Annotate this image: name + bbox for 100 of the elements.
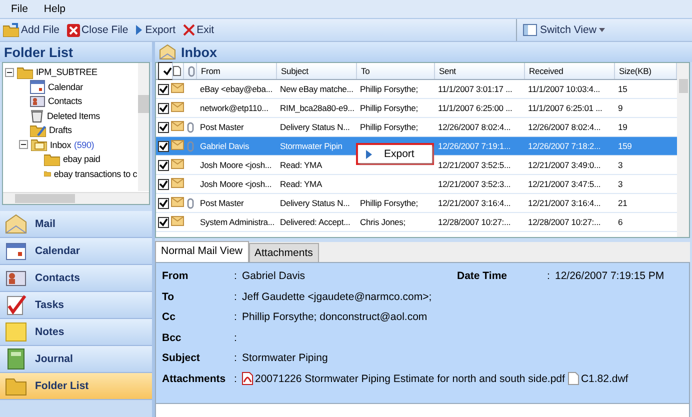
envelope-icon: [5, 214, 27, 234]
menu-item[interactable]: File: [4, 3, 35, 15]
table-cell: 19: [618, 122, 628, 132]
checkbox[interactable]: [158, 178, 169, 190]
contact-card-icon: [5, 268, 27, 288]
message-row[interactable]: eBay <ebay@eba... New eBay matche... Phillip Forsythe; 11/1/2007 3:01:17 ... 11/1/2007 10:03:4... 15: [156, 80, 677, 99]
tab[interactable]: Attachments: [248, 243, 319, 262]
table-cell: 11/1/2007 6:25:01 ...: [528, 103, 602, 113]
envelope-icon: [171, 140, 184, 150]
message-row[interactable]: System Administra... Delivered: Accept... Chris Jones; 12/28/2007 10:27:... 12/28/2007 10:27:... 6: [156, 213, 677, 232]
checkbox[interactable]: [158, 84, 169, 94]
x-icon: [182, 24, 195, 36]
column-header[interactable]: To: [357, 63, 435, 79]
scrollbar[interactable]: [3, 192, 149, 204]
table-cell: RIM_bca28a80-e9...: [280, 103, 354, 113]
envelope-icon: [171, 197, 184, 207]
colon: :: [234, 352, 238, 364]
folder-label[interactable]: ebay paid: [63, 154, 100, 164]
field-label: To: [162, 290, 176, 303]
table-cell: 15: [618, 84, 628, 94]
nav-button[interactable]: Mail: [0, 211, 152, 238]
attachment-link[interactable]: 20071226 Stormwater Piping Estimate for north and south side.pdf: [242, 372, 565, 386]
table-cell: Delivered: Accept...: [280, 217, 350, 227]
paperclip-icon: [188, 66, 195, 76]
switch-view-button[interactable]: Switch View: [516, 19, 692, 41]
checkmark-icon: [159, 160, 168, 170]
message-row[interactable]: Josh Moore <josh... Read: YMA 12/21/2007 3:52:3... 12/21/2007 3:47:5... 3: [156, 175, 677, 194]
nav-button[interactable]: Notes: [0, 319, 152, 346]
checkmark-icon: [159, 104, 168, 112]
collapse-toggle[interactable]: [19, 140, 28, 150]
tab[interactable]: Normal Mail View: [155, 241, 248, 262]
nav-button[interactable]: Tasks: [0, 292, 152, 319]
column-header[interactable]: Subject: [277, 63, 357, 79]
panel-title: Inbox: [181, 44, 217, 60]
column-header[interactable]: Sent: [435, 63, 525, 79]
menu-item[interactable]: Export: [358, 145, 432, 163]
checklist-icon: [5, 294, 27, 316]
table-cell: 11/1/2007 3:01:17 ...: [438, 84, 512, 94]
field-value: 12/26/2007 7:19:15 PM: [555, 270, 666, 282]
message-row[interactable]: network@etp110... RIM_bca28a80-e9... Phillip Forsythe; 11/1/2007 6:25:00 ... 11/1/2007 6:25:01 ... 9: [156, 99, 677, 118]
field-label: Date Time: [457, 270, 508, 282]
table-cell: 3: [618, 160, 623, 170]
folder-label[interactable]: IPM_SUBTREE: [36, 67, 98, 78]
folder-label[interactable]: Inbox: [50, 140, 72, 150]
toolbar-button[interactable]: Add File: [0, 23, 64, 37]
table-cell: eBay <ebay@eba...: [200, 84, 272, 94]
caret-icon: [599, 28, 606, 32]
checkmark-icon: [159, 198, 168, 208]
colon: :: [234, 270, 238, 282]
folder-label[interactable]: Drafts: [49, 125, 72, 136]
toolbar-button[interactable]: Close File: [64, 24, 132, 36]
folder-label[interactable]: ebay transactions to c: [54, 168, 137, 179]
folder-label[interactable]: Calendar: [48, 82, 83, 92]
checkbox[interactable]: [158, 122, 169, 132]
folder-label[interactable]: Contacts: [48, 96, 82, 106]
table-cell: 12/21/2007 3:16:4...: [438, 198, 511, 208]
toolbar-button[interactable]: Export: [132, 24, 180, 36]
envelope-icon: [171, 83, 184, 93]
table-cell: Josh Moore <josh...: [200, 160, 272, 170]
checkbox[interactable]: [158, 160, 169, 170]
scrollbar[interactable]: [138, 63, 149, 191]
checkbox[interactable]: [158, 216, 169, 228]
note-icon: [5, 322, 27, 342]
folder-label[interactable]: Deleted Items: [47, 110, 100, 121]
envelope-icon: [171, 159, 184, 169]
attachment-link[interactable]: C1.82.dwf: [568, 372, 628, 386]
nav-button[interactable]: Contacts: [0, 265, 152, 292]
menu-item[interactable]: Help: [36, 3, 73, 15]
paperclip-icon: [187, 198, 194, 208]
table-cell: 6: [618, 217, 623, 227]
envelope-icon: [171, 121, 184, 131]
inbox-folder-icon: [31, 138, 47, 152]
column-header[interactable]: Received: [525, 63, 615, 79]
colon: :: [234, 290, 238, 303]
checkmark-icon: [159, 142, 168, 150]
column-header[interactable]: From: [197, 63, 277, 79]
checkbox[interactable]: [158, 198, 169, 208]
unread-count: (590): [74, 140, 94, 150]
checkbox[interactable]: [158, 140, 169, 152]
journal-book-icon: [5, 348, 27, 370]
toolbar-button[interactable]: Exit: [180, 24, 218, 36]
nav-button[interactable]: Journal: [0, 346, 152, 373]
table-cell: Phillip Forsythe;: [360, 122, 418, 132]
table-cell: 159: [618, 141, 632, 151]
table-cell: 12/21/2007 3:52:5...: [438, 160, 511, 170]
scrollbar[interactable]: [677, 63, 689, 237]
folder-icon: [5, 376, 27, 396]
panel-title: Folder List: [0, 42, 152, 62]
checkbox[interactable]: [158, 102, 169, 114]
envelope-icon: [171, 216, 184, 226]
table-cell: 12/21/2007 3:47:5...: [528, 179, 601, 189]
collapse-toggle[interactable]: [5, 68, 14, 77]
nav-button[interactable]: Folder List: [0, 373, 152, 400]
trash-icon: [30, 108, 44, 123]
nav-button[interactable]: Calendar: [0, 238, 152, 265]
message-row[interactable]: Post Master Delivery Status N... Phillip Forsythe; 12/21/2007 3:16:4... 12/21/2007 3:16:4... 21: [156, 194, 677, 213]
table-cell: 3: [618, 179, 623, 189]
field-value: Stormwater Piping: [242, 352, 329, 364]
envelope-icon: [171, 102, 184, 112]
colon: :: [234, 311, 238, 324]
